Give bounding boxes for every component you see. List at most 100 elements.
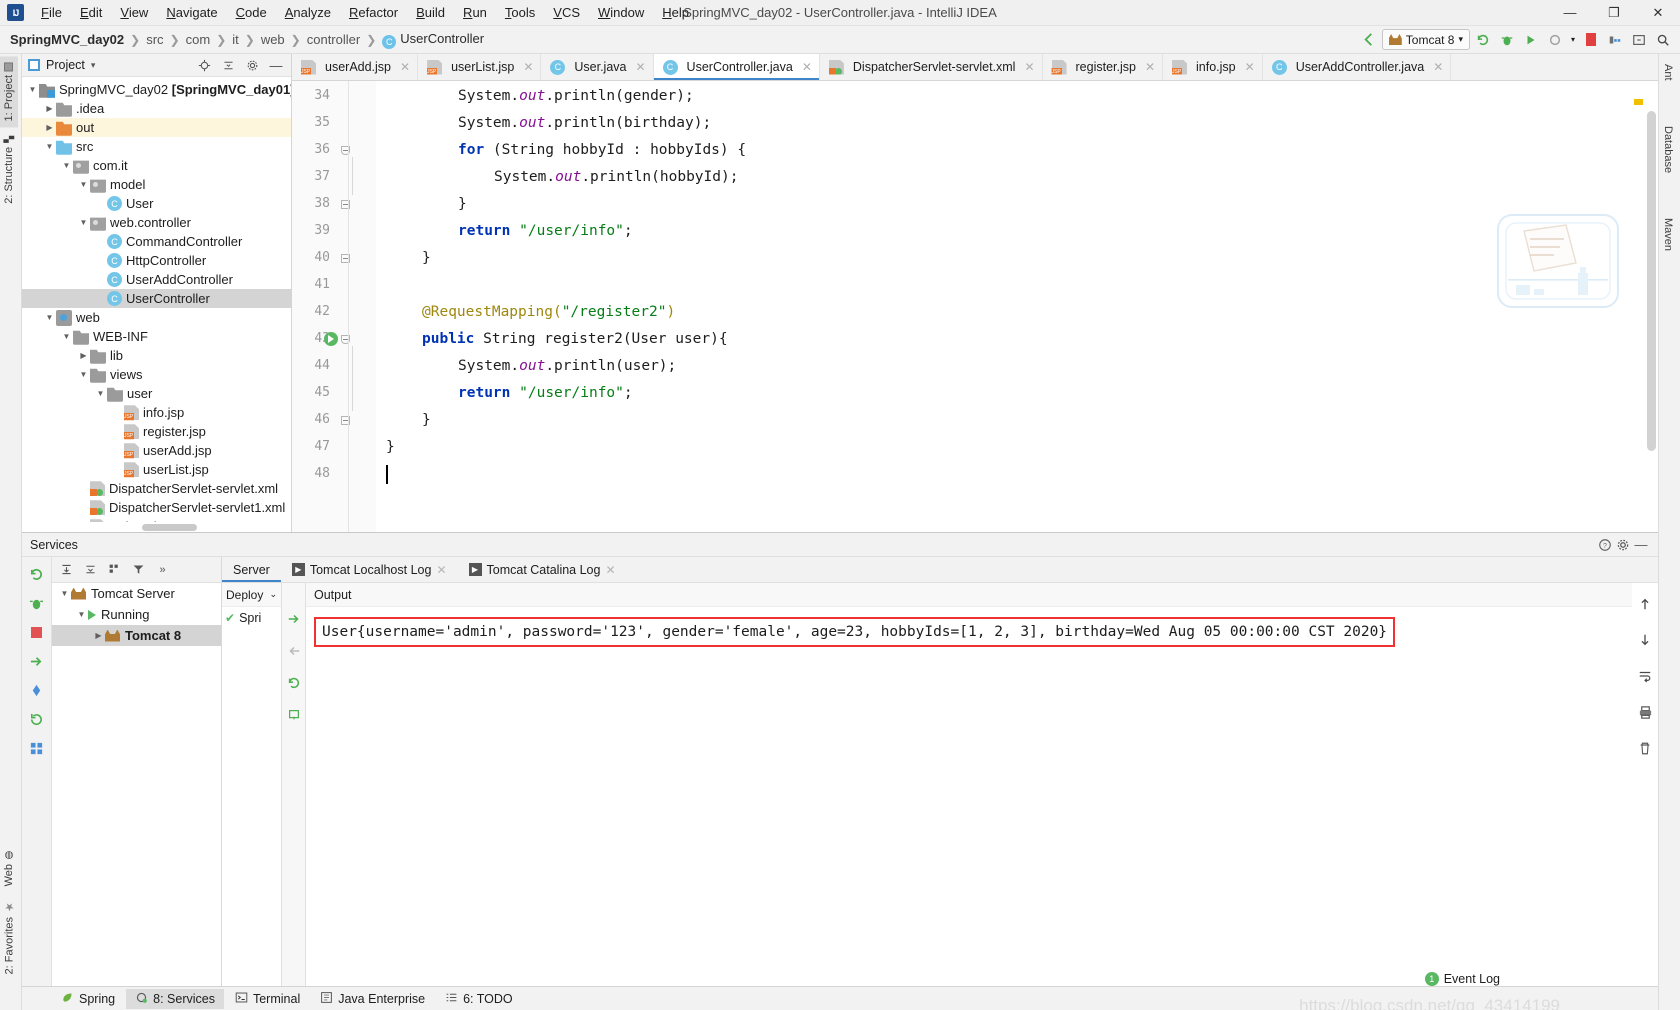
settings2-icon[interactable]	[27, 680, 47, 700]
editor-tab[interactable]: C User.java ✕	[541, 54, 654, 80]
tool-window-tab-terminal[interactable]: Terminal	[226, 989, 309, 1009]
services-tree[interactable]: ▼ Tomcat Server ▼ Running ▶ Tomcat 8	[52, 583, 221, 646]
close-icon[interactable]: ✕	[1433, 60, 1443, 74]
scroll-up-icon[interactable]	[1636, 595, 1654, 613]
hide-icon[interactable]: —	[267, 56, 285, 74]
chevron-down-icon[interactable]: ▼	[94, 389, 107, 398]
run-with-coverage-icon[interactable]	[1520, 29, 1542, 51]
rerun-icon[interactable]	[27, 564, 47, 584]
editor-tab[interactable]: register.jsp ✕	[1043, 54, 1164, 80]
close-icon[interactable]: ✕	[1024, 60, 1034, 74]
deploy-icon[interactable]	[27, 651, 47, 671]
redeploy-icon[interactable]	[284, 673, 304, 693]
maximize-button[interactable]: ❐	[1592, 0, 1636, 26]
close-button[interactable]: ✕	[1636, 0, 1680, 26]
collapse-all-icon[interactable]	[219, 56, 237, 74]
menu-analyze[interactable]: Analyze	[276, 3, 340, 22]
editor-viewport[interactable]: 34 35 36 37 38 39 40 41 42 43 44 45 46 47 48 System.ou…	[292, 81, 1658, 532]
close-icon[interactable]: ✕	[523, 60, 533, 74]
tree-node[interactable]: ▼ views	[22, 365, 291, 384]
warning-marker-icon[interactable]	[1634, 99, 1643, 105]
tree-node[interactable]: ▼ user	[22, 384, 291, 403]
breadcrumb-item[interactable]: C UserController	[380, 31, 486, 49]
dashboard-icon[interactable]	[27, 738, 47, 758]
breadcrumb-item[interactable]: SpringMVC_day02	[8, 32, 126, 47]
menu-navigate[interactable]: Navigate	[157, 3, 226, 22]
menu-edit[interactable]: Edit	[71, 3, 111, 22]
editor-tab[interactable]: C UserAddController.java ✕	[1263, 54, 1452, 80]
code-fold-icon[interactable]	[341, 254, 352, 265]
chevron-right-icon[interactable]: ▶	[92, 631, 105, 640]
locate-icon[interactable]	[195, 56, 213, 74]
run-gutter-icon[interactable]	[324, 332, 338, 346]
services-tab[interactable]: ▶ Tomcat Localhost Log ✕	[281, 557, 458, 582]
settings-gear-icon[interactable]	[1614, 536, 1632, 554]
menu-window[interactable]: Window	[589, 3, 653, 22]
chevron-down-icon[interactable]: ▼	[77, 218, 90, 227]
back-arrow-icon[interactable]	[1358, 29, 1380, 51]
breadcrumb-item[interactable]: com	[184, 32, 213, 47]
hide-icon[interactable]: —	[1632, 536, 1650, 554]
tree-node[interactable]: ▼ web.controller	[22, 213, 291, 232]
chevron-right-icon[interactable]: ▶	[43, 104, 56, 113]
help-icon[interactable]: ?	[1596, 536, 1614, 554]
stop-icon[interactable]	[27, 622, 47, 642]
chevron-down-icon[interactable]: ▼	[58, 589, 71, 598]
code-fold-icon[interactable]	[341, 146, 352, 157]
services-tree-node[interactable]: ▶ Tomcat 8	[52, 625, 221, 646]
menu-help[interactable]: Help	[653, 3, 698, 22]
select-target-icon[interactable]	[1628, 29, 1650, 51]
deploy-icon[interactable]	[284, 609, 304, 629]
tree-node[interactable]: C HttpController	[22, 251, 291, 270]
run-configuration-selector[interactable]: Tomcat 8 ▾	[1381, 29, 1470, 50]
chevron-right-icon[interactable]: ▶	[77, 351, 90, 360]
close-icon[interactable]: ✕	[635, 60, 645, 74]
sidebar-item-project[interactable]: 1: Project	[0, 56, 18, 128]
tree-node[interactable]: register.jsp	[22, 422, 291, 441]
menu-refactor[interactable]: Refactor	[340, 3, 407, 22]
editor-tab[interactable]: info.jsp ✕	[1163, 54, 1263, 80]
menu-run[interactable]: Run	[454, 3, 496, 22]
search-everywhere-icon[interactable]	[1652, 29, 1674, 51]
breadcrumb-item[interactable]: controller	[305, 32, 362, 47]
project-horizontal-scrollbar[interactable]	[22, 522, 291, 532]
filter-icon[interactable]	[130, 561, 147, 578]
services-tree-node[interactable]: ▼ Running	[52, 604, 221, 625]
build-project-icon[interactable]	[1604, 29, 1626, 51]
close-icon[interactable]: ✕	[400, 60, 410, 74]
update-icon[interactable]	[284, 705, 304, 725]
deployment-header[interactable]: Deploy ⌄	[222, 583, 281, 607]
menu-file[interactable]: File	[32, 3, 71, 22]
sidebar-item-web[interactable]: Web ◍	[0, 843, 18, 892]
soft-wrap-icon[interactable]	[1636, 667, 1654, 685]
close-icon[interactable]: ✕	[802, 60, 812, 74]
tool-window-tab-todo[interactable]: 6: TODO	[436, 989, 522, 1009]
editor-tab[interactable]: DispatcherServlet-servlet.xml ✕	[820, 54, 1043, 80]
output-console[interactable]: User{username='admin', password='123', g…	[306, 607, 1632, 986]
stop-icon[interactable]	[1580, 29, 1602, 51]
tree-node[interactable]: ▶ out	[22, 118, 291, 138]
chevron-right-icon[interactable]: ▶	[43, 123, 56, 132]
code-fold-icon[interactable]	[341, 416, 352, 427]
code-fold-icon[interactable]	[341, 200, 352, 211]
profiler-icon[interactable]	[1544, 29, 1566, 51]
tree-node[interactable]: userList.jsp	[22, 460, 291, 479]
tree-node[interactable]: ▼ com.it	[22, 156, 291, 175]
editor-tab[interactable]: C UserController.java ✕	[653, 54, 820, 80]
sidebar-item-favorites[interactable]: 2: Favorites ★	[0, 894, 19, 980]
tree-node[interactable]: C User	[22, 194, 291, 213]
minimize-button[interactable]: —	[1548, 0, 1592, 26]
tree-node[interactable]: DispatcherServlet-servlet1.xml	[22, 498, 291, 517]
tree-node[interactable]: DispatcherServlet-servlet.xml	[22, 479, 291, 498]
tool-window-tab-services[interactable]: 8: Services	[126, 988, 224, 1009]
chevron-down-icon[interactable]: ▼	[26, 85, 39, 94]
chevron-down-icon[interactable]: ▼	[43, 313, 56, 322]
tree-node[interactable]: ▼ SpringMVC_day02 [SpringMVC_day01]	[22, 80, 291, 99]
tree-node[interactable]: userAdd.jsp	[22, 441, 291, 460]
tree-node[interactable]: C UserAddController	[22, 270, 291, 289]
undeploy-icon[interactable]	[284, 641, 304, 661]
settings-gear-icon[interactable]	[243, 56, 261, 74]
menu-tools[interactable]: Tools	[496, 3, 544, 22]
project-tree[interactable]: ▼ SpringMVC_day02 [SpringMVC_day01] ▶ .idea…	[22, 77, 291, 523]
clear-all-icon[interactable]	[1636, 739, 1654, 757]
